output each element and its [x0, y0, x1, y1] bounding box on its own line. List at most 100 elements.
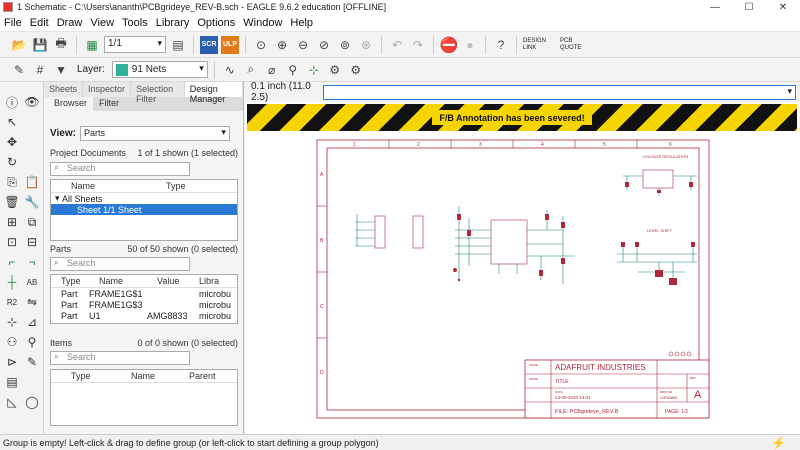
wrench-icon[interactable]: 🔧	[24, 194, 40, 210]
name-icon[interactable]: R2	[4, 294, 20, 310]
col-name[interactable]: Name	[51, 181, 106, 191]
parts-header: Parts 50 of 50 shown (0 selected)	[50, 244, 238, 254]
group-icon[interactable]: ⊞	[4, 214, 20, 230]
table-row[interactable]: Part U1 AMG8833 microbu	[51, 310, 237, 321]
tab-sheets[interactable]: Sheets	[44, 82, 84, 97]
menu-file[interactable]: File	[0, 17, 26, 29]
open-icon[interactable]: 📂	[10, 36, 28, 54]
print-icon[interactable]: 🖶	[52, 36, 70, 54]
design-link-button[interactable]: DESIGN LINK	[523, 38, 557, 52]
tab-selection-filter[interactable]: Selection Filter	[131, 82, 185, 104]
board-switch-icon[interactable]: ▦	[83, 36, 101, 54]
attribute-icon[interactable]: ⊿	[24, 314, 40, 330]
menu-library[interactable]: Library	[152, 17, 194, 29]
zoom-fit-icon[interactable]: ⊙	[252, 36, 270, 54]
subtab-filter[interactable]: Filter	[93, 97, 125, 111]
command-line-input[interactable]	[323, 84, 796, 100]
zoom-out-icon[interactable]: ⊖	[294, 36, 312, 54]
menu-draw[interactable]: Draw	[53, 17, 87, 29]
highlight-icon[interactable]: ⚲	[284, 61, 302, 79]
menu-tools[interactable]: Tools	[118, 17, 152, 29]
project-search-input[interactable]: Search	[50, 162, 190, 176]
net-icon[interactable]: ┼	[4, 274, 20, 290]
parts-search-input[interactable]: Search	[50, 257, 190, 271]
col-type[interactable]: Type	[51, 371, 121, 381]
minimize-button[interactable]: —	[698, 2, 732, 13]
circle-icon[interactable]: ◯	[24, 394, 40, 410]
zoom-select-icon[interactable]: ⊚	[336, 36, 354, 54]
add-part-icon[interactable]: ⊡	[4, 234, 20, 250]
move-tool-icon[interactable]: ✎	[10, 61, 28, 79]
cam-icon[interactable]: ▤	[169, 36, 187, 54]
paste-icon[interactable]: 📋	[24, 174, 40, 190]
sheet-select[interactable]: 1/1	[104, 36, 166, 53]
search-part-icon[interactable]: ⌕	[242, 61, 260, 79]
miter-icon[interactable]: ¬	[24, 254, 40, 270]
tree-all-sheets[interactable]: ▾ All Sheets	[51, 193, 237, 204]
undo-icon[interactable]: ↶	[388, 36, 406, 54]
drc-gear-icon[interactable]: ⚙	[347, 61, 365, 79]
add-net-icon[interactable]: ⊹	[305, 61, 323, 79]
maximize-button[interactable]: ☐	[732, 2, 766, 13]
schematic-canvas[interactable]: 0.1 inch (11.0 2.5) F/B Annotation has b…	[245, 81, 800, 434]
wave-icon[interactable]: ∿	[221, 61, 239, 79]
settings-gear-icon[interactable]: ⚙	[326, 61, 344, 79]
menu-window[interactable]: Window	[239, 17, 286, 29]
label-icon[interactable]: AB	[24, 274, 40, 290]
grid-icon[interactable]: #	[31, 61, 49, 79]
col-type[interactable]: Type	[106, 181, 186, 191]
menu-view[interactable]: View	[86, 17, 118, 29]
rotate-icon[interactable]: ↻	[4, 154, 20, 170]
junction-icon[interactable]: ⊹	[4, 314, 20, 330]
move-icon[interactable]: ✥	[4, 134, 20, 150]
erc-icon[interactable]: ⚇	[4, 334, 20, 350]
save-icon[interactable]: 💾	[31, 36, 49, 54]
col-library[interactable]: Libra	[199, 276, 219, 286]
split-icon[interactable]: ⌐	[4, 254, 20, 270]
col-value[interactable]: Value	[147, 276, 199, 286]
col-name[interactable]: Name	[89, 276, 147, 286]
ratsnest-icon[interactable]: ⌀	[263, 61, 281, 79]
pcb-quote-button[interactable]: PCB QUOTE	[560, 38, 590, 52]
delete-icon[interactable]: 🗑	[4, 194, 20, 210]
line-icon[interactable]: ◺	[4, 394, 20, 410]
subtab-browser[interactable]: Browser	[48, 97, 94, 111]
table-row[interactable]: Part FRAME1G$1 microbu	[51, 288, 237, 299]
scr-button[interactable]: SCR	[200, 35, 218, 54]
ulp-button[interactable]: ULP	[221, 35, 239, 54]
col-type[interactable]: Type	[51, 276, 89, 286]
col-name[interactable]: Name	[121, 371, 181, 381]
text-icon[interactable]: ▤	[4, 374, 20, 390]
filter-icon[interactable]: ▼	[52, 61, 70, 79]
menu-options[interactable]: Options	[193, 17, 239, 29]
invoke-icon[interactable]: ✎	[24, 354, 40, 370]
bus-icon[interactable]: ⇋	[24, 294, 40, 310]
arrow-select-icon[interactable]: ↖	[4, 114, 20, 130]
copy-icon[interactable]: ⎘	[4, 174, 20, 190]
help-icon[interactable]: ?	[492, 36, 510, 54]
show-icon[interactable]: 👁	[24, 94, 40, 110]
table-row[interactable]: Part FRAME1G$3 microbu	[51, 299, 237, 310]
tree-sheet-1[interactable]: Sheet 1/1 Sheet	[51, 204, 237, 215]
go-icon[interactable]: ●	[461, 36, 479, 54]
layer-select[interactable]: 91 Nets	[111, 61, 208, 78]
tab-inspector[interactable]: Inspector	[83, 82, 132, 97]
zoom-in-icon[interactable]: ⊕	[273, 36, 291, 54]
items-search-input[interactable]: Search	[50, 351, 190, 365]
gate-icon[interactable]: ⊳	[4, 354, 20, 370]
menu-help[interactable]: Help	[286, 17, 317, 29]
close-button[interactable]: ✕	[766, 2, 800, 13]
tab-design-manager[interactable]: Design Manager	[184, 82, 243, 104]
pin-icon[interactable]: ⚲	[24, 334, 40, 350]
zoom-redraw-icon[interactable]: ⊘	[315, 36, 333, 54]
value-icon[interactable]: ⊟	[24, 234, 40, 250]
menu-edit[interactable]: Edit	[26, 17, 53, 29]
stop-icon[interactable]: ⛔	[440, 36, 459, 54]
zoom-last-icon[interactable]: ⊛	[357, 36, 375, 54]
lightning-icon[interactable]: ⚡	[771, 436, 786, 450]
info-icon[interactable]: ⓘ	[4, 94, 20, 110]
smash-icon[interactable]: ⧉	[24, 214, 40, 230]
col-parent[interactable]: Parent	[181, 371, 216, 381]
view-select[interactable]: Parts	[79, 126, 230, 141]
redo-icon[interactable]: ↷	[409, 36, 427, 54]
